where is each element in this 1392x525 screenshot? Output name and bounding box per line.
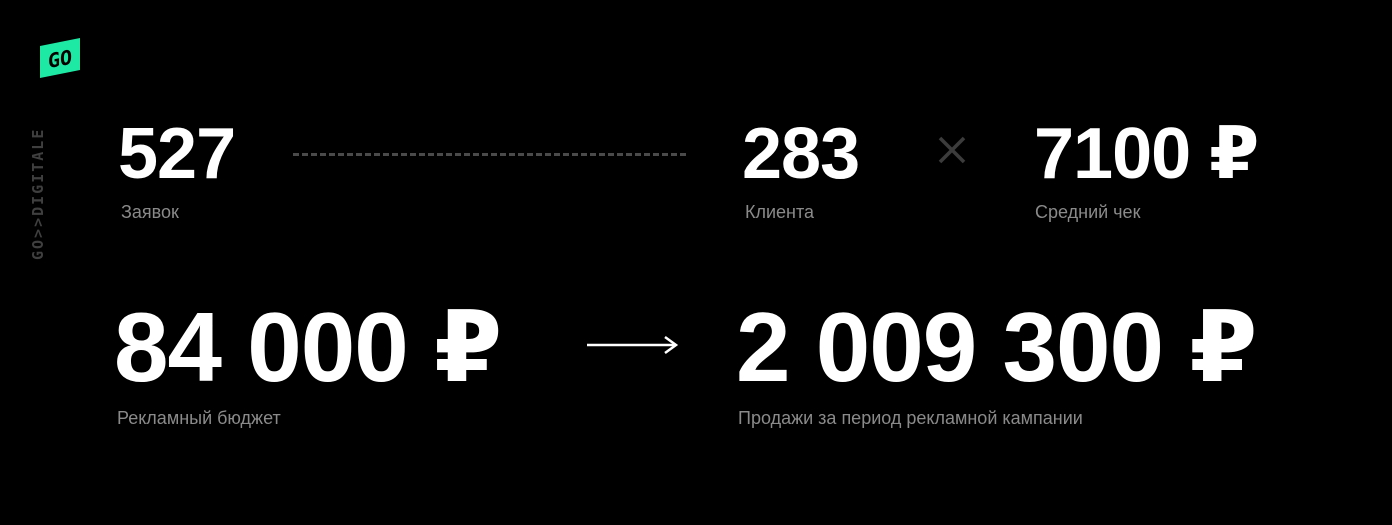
clients-label: Клиента bbox=[745, 202, 815, 222]
requests-value: 527 bbox=[118, 114, 236, 194]
avg-check-block: 7100 ₽ Средний чек bbox=[1034, 114, 1259, 223]
sales-block: 2 009 300 ₽ Продажи за период рекламной … bbox=[736, 292, 1257, 429]
requests-label: Заявок bbox=[121, 202, 179, 222]
arrow-right-icon bbox=[587, 335, 679, 355]
budget-block: 84 000 ₽ Рекламный бюджет bbox=[114, 292, 502, 429]
times-icon bbox=[938, 136, 966, 164]
sales-value: 2 009 300 ₽ bbox=[736, 292, 1257, 402]
avg-check-value: 7100 ₽ bbox=[1034, 114, 1259, 194]
dashed-connector bbox=[293, 153, 686, 156]
clients-value: 283 bbox=[742, 114, 860, 194]
requests-block: 527 Заявок bbox=[118, 114, 236, 223]
go-logo-icon: GO bbox=[40, 38, 80, 78]
avg-check-label: Средний чек bbox=[1035, 202, 1141, 222]
budget-value: 84 000 ₽ bbox=[114, 292, 502, 402]
clients-block: 283 Клиента bbox=[742, 114, 860, 223]
budget-label: Рекламный бюджет bbox=[117, 408, 281, 428]
sales-label: Продажи за период рекламной кампании bbox=[738, 408, 1083, 428]
brand-vertical-text: GO>>DIGITALE bbox=[29, 127, 47, 260]
logo-mark: GO bbox=[48, 45, 72, 73]
